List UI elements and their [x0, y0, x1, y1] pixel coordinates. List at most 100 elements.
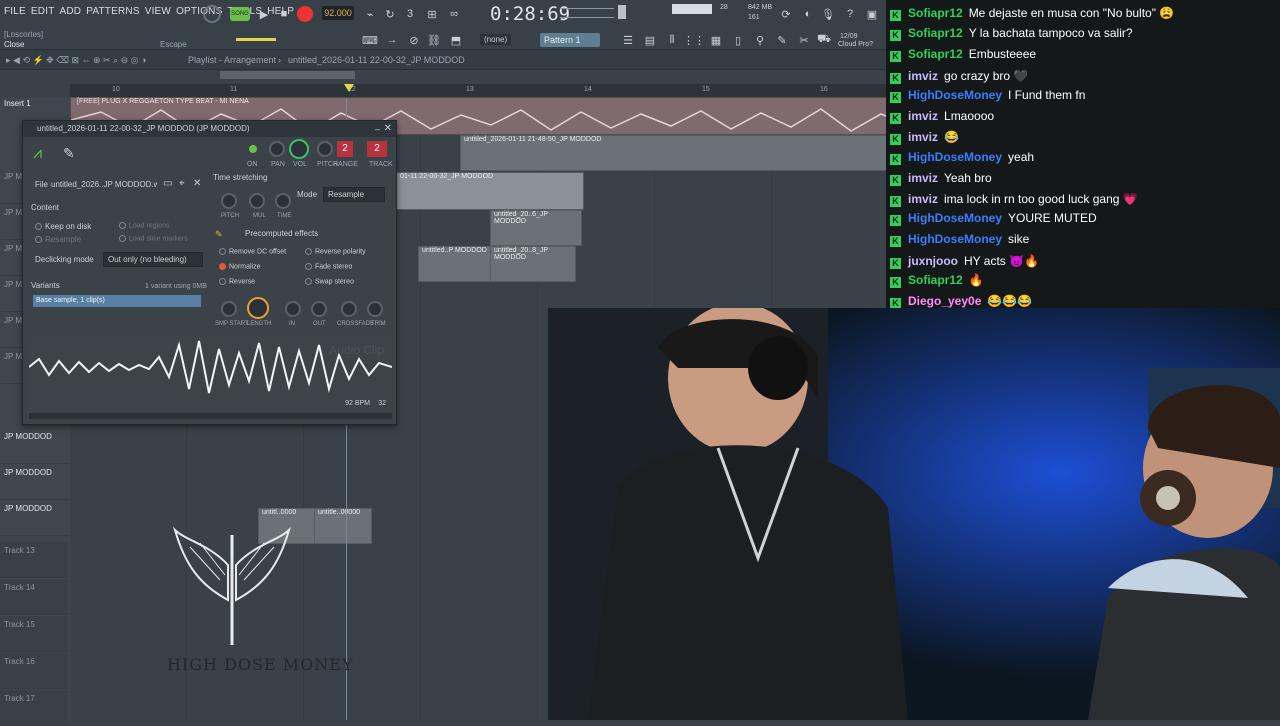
track-header[interactable]: Track 13 [0, 542, 68, 578]
menu-view[interactable]: VIEW [145, 6, 171, 17]
plugin-icon[interactable]: ⚲ [752, 32, 768, 48]
audio-clip[interactable]: untitled_20..6_JP MODDOD [490, 210, 582, 246]
typing-keyboard-icon[interactable]: ⌨ [362, 32, 378, 48]
fx-option[interactable]: Reverse polarity [305, 248, 366, 255]
playhead-marker[interactable] [344, 84, 354, 92]
chat-username[interactable]: Sofiapr12 [908, 273, 963, 287]
in-knob[interactable] [285, 301, 301, 317]
pan-knob[interactable] [269, 141, 285, 157]
fx-option[interactable]: Swap stereo [305, 278, 354, 285]
fx-option[interactable]: Remove DC offset [219, 248, 286, 255]
chat-username[interactable]: Diego_yey0e [908, 294, 981, 308]
file-icon[interactable]: ▯ [730, 32, 746, 48]
track-header[interactable]: Track 15 [0, 616, 68, 652]
chat-username[interactable]: imviz [908, 109, 938, 123]
arrow-icon[interactable]: → [384, 32, 400, 48]
browser-icon[interactable]: ▦ [708, 32, 724, 48]
file-name[interactable]: untitled_2026..JP MODDOD.wav [51, 180, 157, 189]
fx-option[interactable]: Reverse [219, 278, 255, 285]
ts-time-knob[interactable] [275, 193, 291, 209]
fx-option[interactable]: Normalize [219, 263, 261, 270]
clip-icon[interactable]: ✂ [796, 32, 812, 48]
song-mode-toggle[interactable]: SONG [230, 7, 250, 21]
declicking-select[interactable]: Out only (no bleeding) [103, 252, 203, 267]
wrench-settings-icon[interactable]: ✎ [63, 145, 75, 162]
metronome-icon[interactable]: ⌁ [362, 6, 378, 22]
channel-on-led[interactable] [249, 145, 257, 153]
load-regions-option[interactable]: Load regions [119, 222, 169, 229]
chat-username[interactable]: Sofiapr12 [908, 6, 963, 20]
minimize-icon[interactable]: – [375, 124, 380, 134]
ts-pitch-knob[interactable] [221, 193, 237, 209]
crossfade-knob[interactable] [341, 301, 357, 317]
trim-knob[interactable] [367, 301, 383, 317]
playlist-icon[interactable]: ☰ [620, 32, 636, 48]
play-icon[interactable]: ▶ [256, 6, 272, 22]
chat-username[interactable]: HighDoseMoney [908, 88, 1002, 102]
countdown-icon[interactable]: 3 [402, 6, 418, 22]
audio-settings-icon[interactable]: ◐ [800, 6, 816, 22]
waveform-scrollbar[interactable] [29, 413, 392, 419]
track-header[interactable]: Track 16 [0, 653, 68, 689]
playlist-scrollbar[interactable] [220, 71, 355, 79]
channel-rack-icon[interactable]: ⋮⋮ [683, 32, 705, 48]
refresh-icon[interactable]: ⟳ [778, 6, 794, 22]
cloud-pro-link[interactable]: Cloud Pro? [838, 41, 873, 48]
chat-username[interactable]: imviz [908, 171, 938, 185]
pattern-selector[interactable]: Pattern 1 [540, 33, 600, 47]
mic-icon[interactable]: 🎙 [820, 6, 836, 22]
range-box[interactable]: 2 [337, 141, 353, 157]
chat-username[interactable]: Sofiapr12 [908, 47, 963, 61]
fx-option[interactable]: Fade stereo [305, 263, 352, 270]
track-header[interactable]: JP MODDOD [0, 500, 68, 536]
blend-notes-icon[interactable]: ∞ [446, 6, 462, 22]
chat-username[interactable]: juxnjooo [908, 254, 958, 268]
snap-select[interactable]: (none) [480, 34, 512, 45]
chat-username[interactable]: Sofiapr12 [908, 26, 963, 40]
track-header[interactable]: Track 14 [0, 579, 68, 615]
menu-edit[interactable]: EDIT [31, 6, 55, 17]
menu-file[interactable]: FILE [4, 6, 26, 17]
piano-roll-icon[interactable]: ▤ [642, 32, 658, 48]
audio-clip[interactable]: untitled_20..8_JP MODDOD [490, 246, 576, 282]
save-icon[interactable]: ▣ [864, 6, 880, 22]
track-box[interactable]: 2 [367, 141, 387, 157]
main-pitch-slider[interactable] [236, 38, 276, 41]
chat-username[interactable]: HighDoseMoney [908, 232, 1002, 246]
menu-add[interactable]: ADD [60, 6, 82, 17]
keep-on-disk-option[interactable]: Keep on disk [35, 222, 91, 231]
sample-start-knob[interactable] [221, 301, 237, 317]
loop-record-icon[interactable]: ↻ [382, 6, 398, 22]
step-edit-icon[interactable]: ⊞ [424, 6, 440, 22]
sample-waveform-display[interactable]: Audio Clip 92 BPM 32 [29, 337, 392, 411]
stamp-icon[interactable]: ⬒ [448, 32, 464, 48]
resample-option[interactable]: Resample [35, 235, 81, 244]
mode-select[interactable]: Resample [323, 187, 385, 202]
stop-icon[interactable]: ■ [276, 6, 292, 22]
track-header[interactable]: JP MODDOD [0, 428, 68, 464]
close-icon[interactable]: ✕ [384, 123, 392, 134]
wrench-icon[interactable]: ✎ [774, 32, 790, 48]
chat-username[interactable]: HighDoseMoney [908, 150, 1002, 164]
track-header[interactable]: Track 17 [0, 690, 68, 726]
paint-icon[interactable]: ⊘ [406, 32, 422, 48]
help-icon[interactable]: ? [842, 6, 858, 22]
track-header[interactable]: JP MODDOD [0, 464, 68, 500]
out-knob[interactable] [311, 301, 327, 317]
remove-file-icon[interactable]: ✕ [193, 178, 201, 189]
cart-icon[interactable]: ⛟ [816, 32, 832, 48]
audio-clip[interactable]: untitled..P MODDOD [418, 246, 492, 282]
length-knob[interactable] [247, 297, 269, 319]
chat-username[interactable]: imviz [908, 192, 938, 206]
master-knob-icon[interactable] [203, 5, 221, 23]
mixer-icon[interactable]: ⫴ [664, 32, 680, 48]
record-icon[interactable] [297, 6, 313, 22]
master-volume-slider[interactable] [560, 8, 614, 18]
volume-knob[interactable] [289, 139, 309, 159]
link-icon[interactable]: ⛓ [426, 32, 442, 48]
chat-username[interactable]: HighDoseMoney [908, 211, 1002, 225]
chat-username[interactable]: imviz [908, 69, 938, 83]
chat-username[interactable]: imviz [908, 130, 938, 144]
locate-icon[interactable]: ⌖ [179, 178, 185, 189]
tempo-display[interactable]: 92.000 [322, 6, 354, 20]
